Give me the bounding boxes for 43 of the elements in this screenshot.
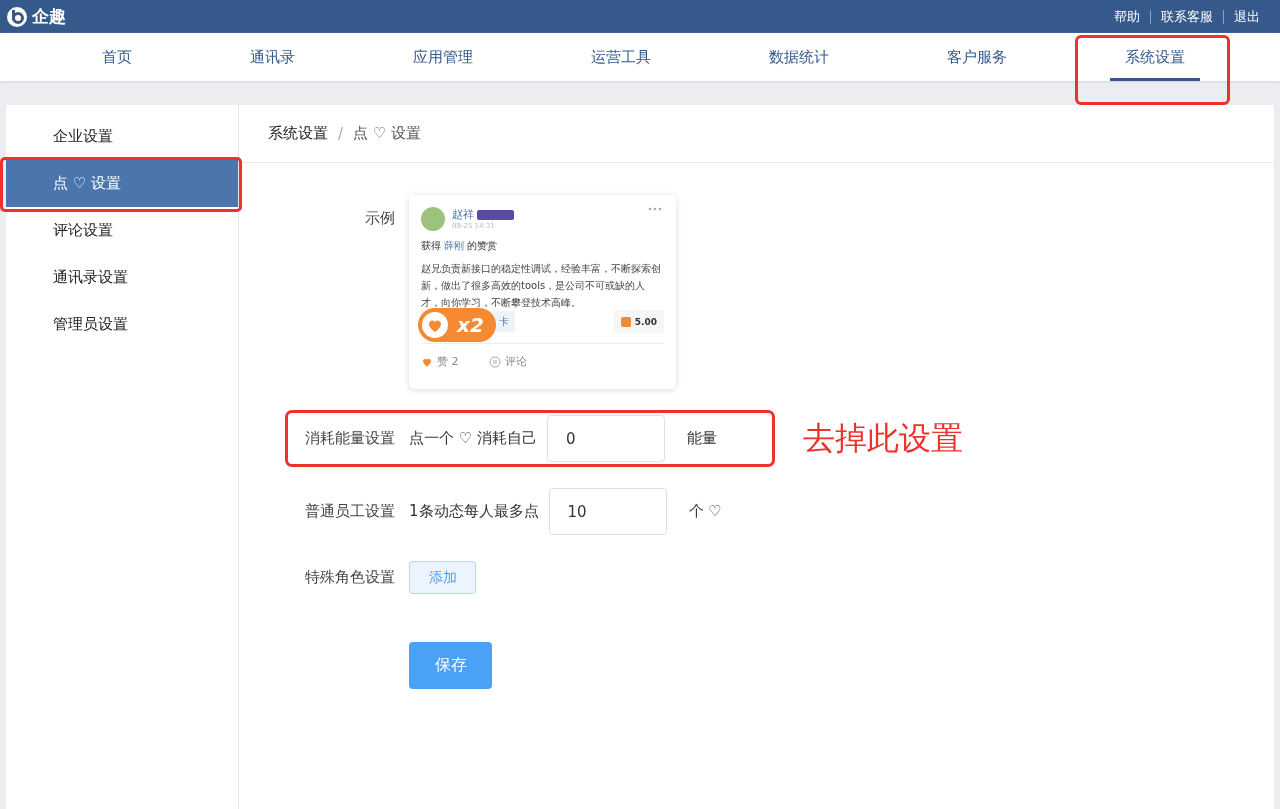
nav-tab[interactable]: 数据统计 [754,33,844,81]
breadcrumb-item[interactable]: 系统设置 [268,124,328,143]
header-link[interactable]: 联系客服 [1151,7,1223,26]
amount-tag: 5.00 [613,310,664,333]
more-icon [648,207,662,211]
field-label: 消耗能量设置 [304,429,395,448]
sidebar-item[interactable]: 评论设置 [6,207,238,254]
field-text: 点一个 ♡ 消耗自己 [409,429,537,448]
breadcrumb-item: 点 ♡ 设置 [353,124,422,143]
field-text: 1条动态每人最多点 [409,502,539,521]
coin-icon [620,316,631,327]
field-label: 普通员工设置 [304,502,395,521]
number-input[interactable]: 0 [547,415,665,462]
author-name: 赵祥 [452,208,474,221]
sidebar-item[interactable]: 通讯录设置 [6,254,238,301]
nav-tab[interactable]: 通讯录 [235,33,310,81]
number-input[interactable]: 10 [548,488,667,535]
nav-tab[interactable]: 客户服务 [932,33,1022,81]
logo-icon [6,5,28,28]
post-body: 赵兄负责新接口的稳定性调试，经验丰富，不断探索创新，做出了很多高效的tools，是公司不可或缺的人才，向你学习，不断攀登技术高峰。 [421,262,662,310]
sidebar-item[interactable]: 企业设置 [6,113,238,160]
sidebar-item[interactable]: 管理员设置 [6,301,238,348]
like-count: 赞 2 [437,354,459,369]
unit-text: 个 ♡ [688,502,722,521]
role-tag [477,210,514,220]
sidebar-item[interactable]: 点 ♡ 设置 [6,160,238,207]
nav-tab[interactable]: 系统设置 [1110,33,1200,81]
brand-name: 企趣 [32,5,66,28]
avatar [421,207,445,231]
nav-tab[interactable]: 首页 [87,33,147,81]
breadcrumb-separator: / [338,124,344,143]
field-label: 示例 [364,208,395,228]
header-link[interactable]: 帮助 [1104,7,1150,26]
nav-tab[interactable]: 应用管理 [398,33,488,81]
comment-icon [488,355,501,368]
post-title: 获得 薛刚 的赞赏 [421,239,499,253]
annotation-note: 去掉此设置 [803,417,963,459]
nav-tab[interactable]: 运营工具 [576,33,666,81]
multiplier-badge: x2 [418,308,496,342]
comment-label: 评论 [504,354,527,369]
unit-text: 能量 [687,429,717,448]
header-link[interactable]: 退出 [1224,7,1270,26]
field-label: 特殊角色设置 [304,568,395,587]
